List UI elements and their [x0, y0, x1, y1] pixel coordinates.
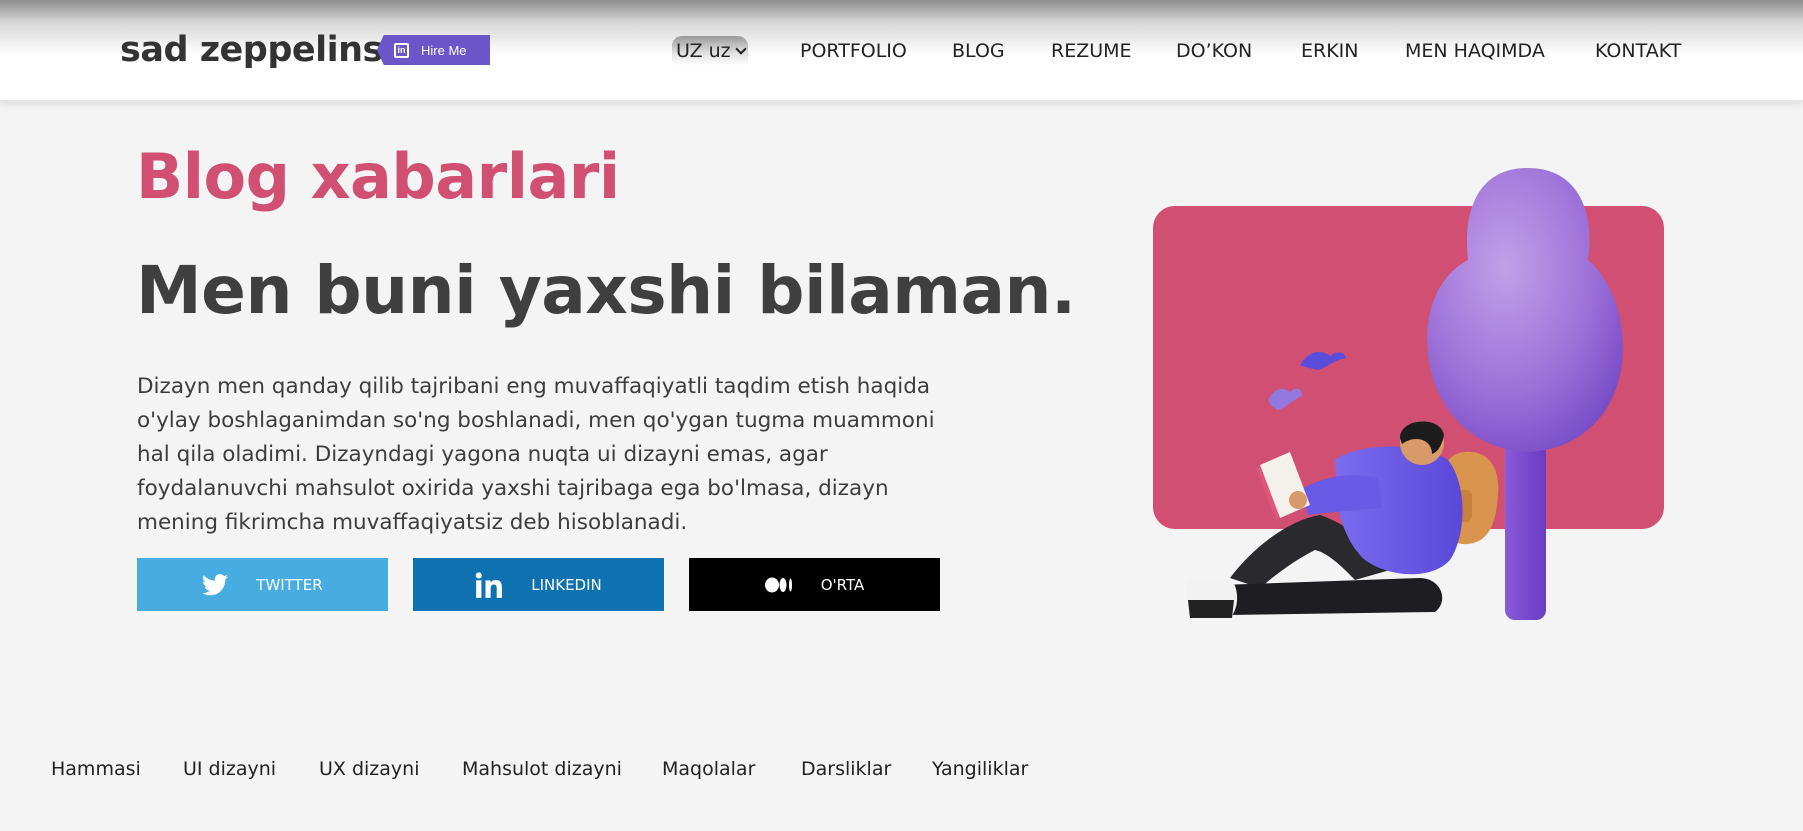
filter-ux-dizayni[interactable]: UX dizayni	[319, 758, 419, 780]
nav-erkin[interactable]: ERKIN	[1301, 40, 1358, 62]
medium-button[interactable]: O'RTA	[689, 558, 940, 611]
site-logo[interactable]: sad zeppelins	[120, 30, 383, 70]
medium-label: O'RTA	[820, 575, 865, 594]
linkedin-icon	[475, 571, 503, 598]
nav-men-haqimda[interactable]: MEN HAQIMDA	[1405, 40, 1545, 62]
filter-ui-dizayni[interactable]: UI dizayni	[183, 758, 276, 780]
nav-blog[interactable]: BLOG	[952, 40, 1005, 62]
hire-me-label: Hire Me	[421, 42, 467, 58]
nav-rezume[interactable]: REZUME	[1051, 40, 1132, 62]
filter-hammasi[interactable]: Hammasi	[51, 758, 141, 780]
nav-dokon[interactable]: DO’KON	[1176, 40, 1252, 62]
linkedin-button[interactable]: LINKEDIN	[413, 558, 664, 611]
site-header: sad zeppelins in Hire Me UZ uz PORTFOLIO…	[0, 0, 1803, 102]
twitter-button[interactable]: TWITTER	[137, 558, 388, 611]
nav-kontakt[interactable]: KONTAKT	[1595, 40, 1681, 62]
twitter-label: TWITTER	[256, 575, 323, 594]
filter-mahsulot-dizayni[interactable]: Mahsulot dizayni	[462, 758, 622, 780]
linkedin-icon: in	[394, 42, 409, 58]
hire-me-button[interactable]: in Hire Me	[377, 35, 490, 65]
hero-description: Dizayn men qanday qilib tajribani eng mu…	[137, 374, 935, 535]
tree-trunk	[1505, 430, 1546, 620]
filter-darsliklar[interactable]: Darsliklar	[801, 758, 891, 780]
nav-portfolio[interactable]: PORTFOLIO	[800, 40, 907, 62]
filter-yangiliklar[interactable]: Yangiliklar	[932, 758, 1028, 780]
medium-icon	[764, 577, 793, 593]
language-select[interactable]: UZ uz	[672, 36, 748, 66]
filter-maqolalar[interactable]: Maqolalar	[662, 758, 755, 780]
section-eyebrow: Blog xabarlari	[136, 140, 620, 213]
linkedin-label: LINKEDIN	[531, 575, 602, 594]
hero-illustration	[1153, 168, 1664, 620]
language-value: UZ uz	[676, 40, 731, 62]
twitter-icon	[202, 573, 229, 596]
page-title: Men buni yaxshi bilaman.	[136, 252, 1076, 329]
chevron-down-icon	[734, 42, 747, 55]
